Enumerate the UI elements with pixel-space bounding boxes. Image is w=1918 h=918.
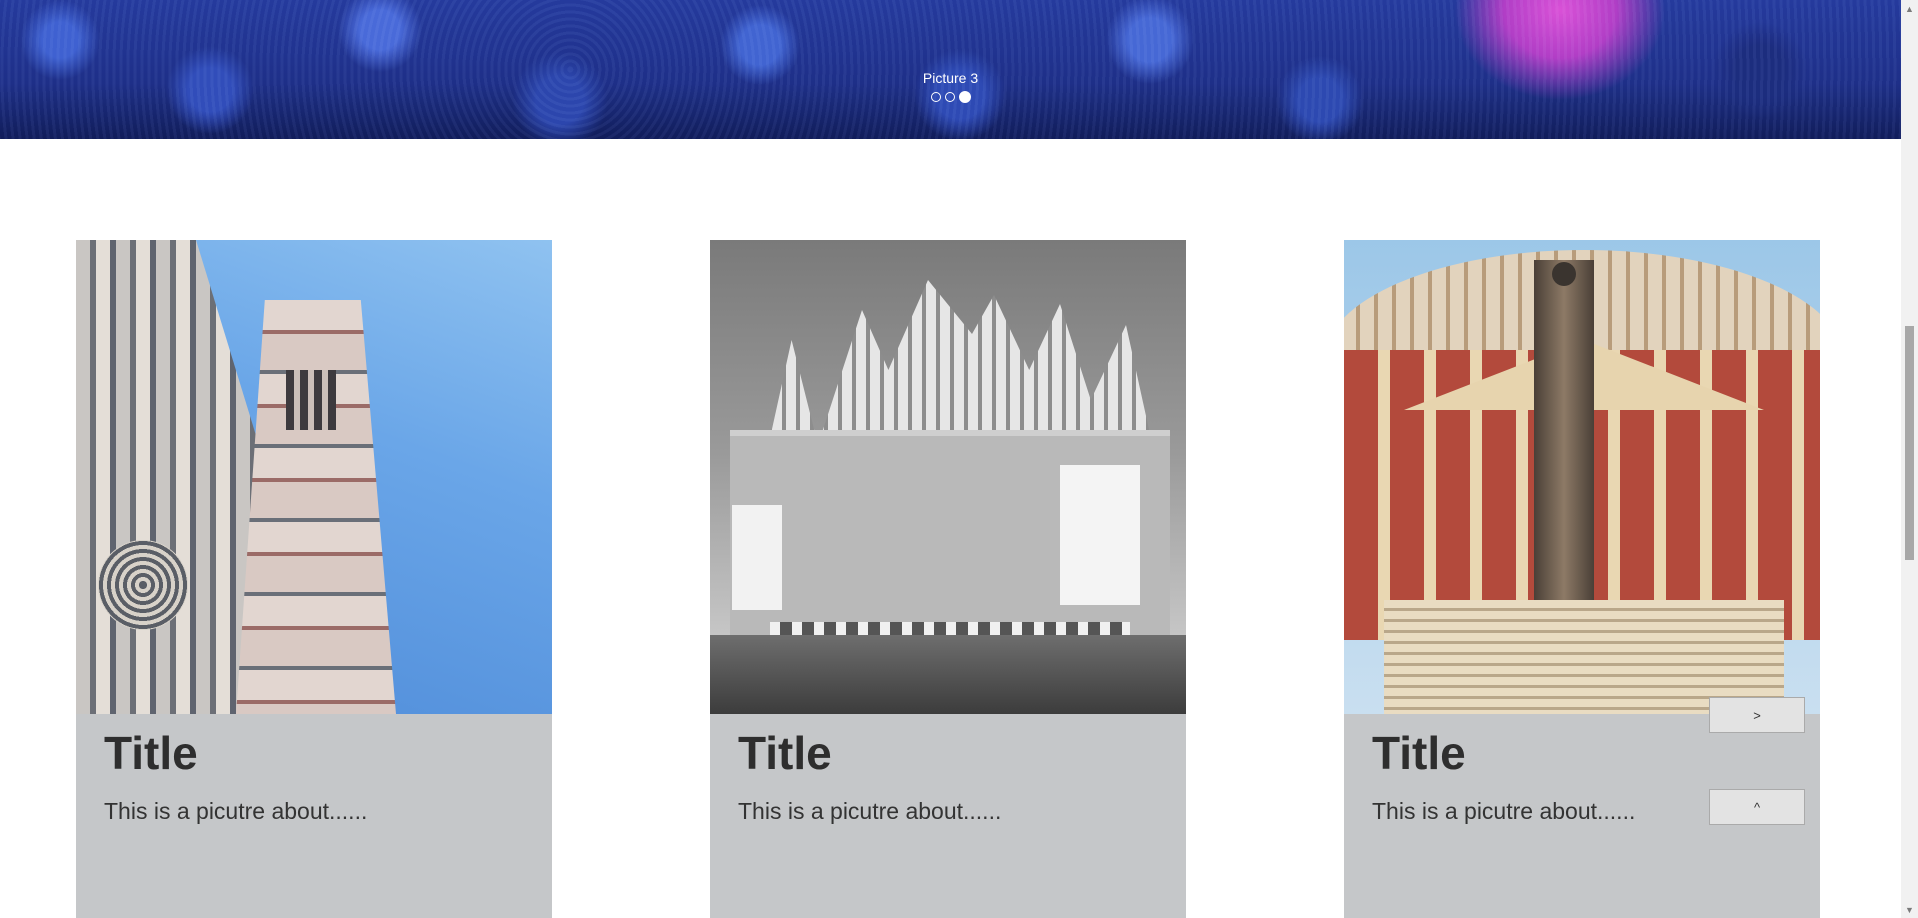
slide-caption: Picture 3 [922,70,979,86]
chevron-up-icon[interactable]: ▲ [1901,0,1918,17]
card-title: Title [738,727,832,779]
card-title: Title [104,727,198,779]
slide-dot-3[interactable] [958,91,971,103]
card-description: This is a picutre about...... [738,798,1002,824]
card-1: Title This is a picutre about...... [76,240,552,918]
card-description: This is a picutre about...... [1372,798,1636,824]
next-button[interactable]: > [1709,697,1805,733]
card-image [1344,240,1820,714]
chevron-down-icon[interactable]: ▼ [1901,901,1918,918]
card-title: Title [1372,727,1466,779]
card-image [710,240,1186,714]
scroll-to-top-button[interactable]: ^ [1709,789,1805,825]
card-2: Title This is a picutre about...... [710,240,1186,918]
card-image [76,240,552,714]
hero-slider: Picture 3 [0,0,1901,139]
slide-dot-2[interactable] [944,92,955,102]
slide-dot-1[interactable] [930,92,941,102]
slider-dots [0,91,1901,103]
scrollbar-thumb[interactable] [1905,326,1914,560]
card-description: This is a picutre about...... [104,798,368,824]
